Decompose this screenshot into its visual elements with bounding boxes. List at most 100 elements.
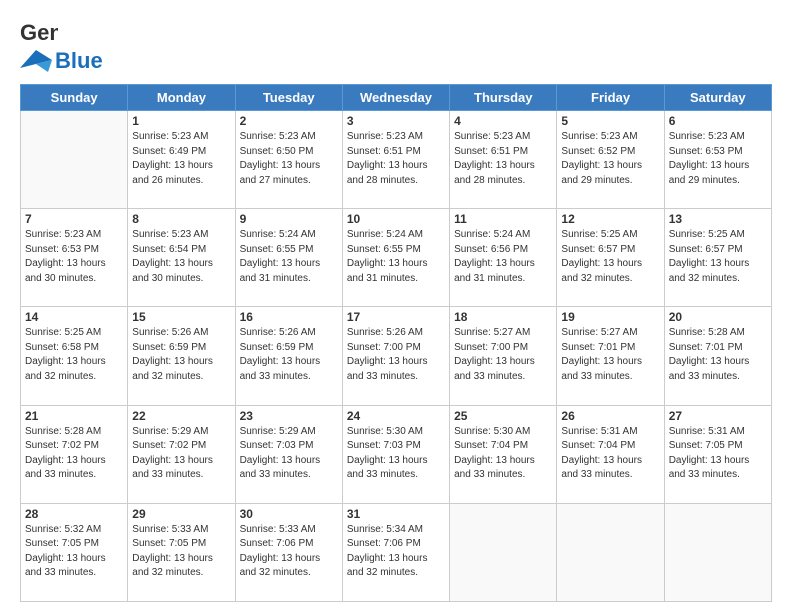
day-number: 23 — [240, 409, 338, 423]
calendar-cell: 12 Sunrise: 5:25 AMSunset: 6:57 PMDayligh… — [557, 209, 664, 307]
day-info: Sunrise: 5:23 AMSunset: 6:53 PMDaylight:… — [25, 228, 123, 286]
day-number: 2 — [240, 114, 338, 128]
day-info: Sunrise: 5:27 AMSunset: 7:00 PMDaylight:… — [454, 326, 552, 384]
day-number: 15 — [132, 310, 230, 324]
day-info: Sunrise: 5:24 AMSunset: 6:55 PMDaylight:… — [347, 228, 445, 286]
weekday-header-friday: Friday — [557, 85, 664, 111]
logo-icon: General — [20, 18, 58, 48]
calendar-cell: 22 Sunrise: 5:29 AMSunset: 7:02 PMDayligh… — [128, 405, 235, 503]
day-info: Sunrise: 5:31 AMSunset: 7:05 PMDaylight:… — [669, 425, 767, 483]
calendar-cell: 10 Sunrise: 5:24 AMSunset: 6:55 PMDayligh… — [342, 209, 449, 307]
day-info: Sunrise: 5:32 AMSunset: 7:05 PMDaylight:… — [25, 523, 123, 581]
calendar-cell: 6Sunrise: 5:23 AMSunset: 6:53 PMDaylight… — [664, 111, 771, 209]
day-number: 31 — [347, 507, 445, 521]
day-info: Sunrise: 5:25 AMSunset: 6:58 PMDaylight:… — [25, 326, 123, 384]
day-number: 26 — [561, 409, 659, 423]
calendar-week-2: 7 Sunrise: 5:23 AMSunset: 6:53 PMDaylight… — [21, 209, 772, 307]
day-info: Sunrise: 5:27 AMSunset: 7:01 PMDaylight:… — [561, 326, 659, 384]
day-number: 3 — [347, 114, 445, 128]
weekday-header-wednesday: Wednesday — [342, 85, 449, 111]
day-number: 12 — [561, 212, 659, 226]
calendar-cell: 26 Sunrise: 5:31 AMSunset: 7:04 PMDayligh… — [557, 405, 664, 503]
weekday-header-saturday: Saturday — [664, 85, 771, 111]
calendar-cell: 2 Sunrise: 5:23 AMSunset: 6:50 PMDaylight… — [235, 111, 342, 209]
calendar-cell: 30 Sunrise: 5:33 AMSunset: 7:06 PMDayligh… — [235, 503, 342, 601]
weekday-header-monday: Monday — [128, 85, 235, 111]
day-number: 9 — [240, 212, 338, 226]
logo: General Blue — [20, 18, 103, 74]
day-number: 16 — [240, 310, 338, 324]
day-number: 17 — [347, 310, 445, 324]
day-info: Sunrise: 5:26 AMSunset: 6:59 PMDaylight:… — [240, 326, 338, 384]
calendar-cell — [664, 503, 771, 601]
day-info: Sunrise: 5:25 AMSunset: 6:57 PMDaylight:… — [561, 228, 659, 286]
calendar-cell — [21, 111, 128, 209]
day-number: 27 — [669, 409, 767, 423]
day-info: Sunrise: 5:26 AMSunset: 6:59 PMDaylight:… — [132, 326, 230, 384]
day-number: 21 — [25, 409, 123, 423]
page: General Blue SundayMondayTuesdayWednesda… — [0, 0, 792, 612]
day-info: Sunrise: 5:28 AMSunset: 7:01 PMDaylight:… — [669, 326, 767, 384]
calendar-cell — [450, 503, 557, 601]
day-info: Sunrise: 5:23 AMSunset: 6:51 PMDaylight:… — [454, 130, 552, 188]
day-info: Sunrise: 5:23 AMSunset: 6:50 PMDaylight:… — [240, 130, 338, 188]
day-number: 7 — [25, 212, 123, 226]
calendar-table: SundayMondayTuesdayWednesdayThursdayFrid… — [20, 84, 772, 602]
logo-blue-text: Blue — [55, 48, 103, 74]
day-info: Sunrise: 5:33 AMSunset: 7:06 PMDaylight:… — [240, 523, 338, 581]
calendar-week-1: 1 Sunrise: 5:23 AMSunset: 6:49 PMDaylight… — [21, 111, 772, 209]
calendar-cell: 7 Sunrise: 5:23 AMSunset: 6:53 PMDaylight… — [21, 209, 128, 307]
day-info: Sunrise: 5:23 AMSunset: 6:49 PMDaylight:… — [132, 130, 230, 188]
day-info: Sunrise: 5:26 AMSunset: 7:00 PMDaylight:… — [347, 326, 445, 384]
day-info: Sunrise: 5:29 AMSunset: 7:02 PMDaylight:… — [132, 425, 230, 483]
calendar-cell: 23Sunrise: 5:29 AMSunset: 7:03 PMDayligh… — [235, 405, 342, 503]
calendar-cell: 27 Sunrise: 5:31 AMSunset: 7:05 PMDayligh… — [664, 405, 771, 503]
day-number: 5 — [561, 114, 659, 128]
day-number: 25 — [454, 409, 552, 423]
day-number: 30 — [240, 507, 338, 521]
day-number: 6 — [669, 114, 767, 128]
calendar-cell: 4 Sunrise: 5:23 AMSunset: 6:51 PMDaylight… — [450, 111, 557, 209]
day-number: 20 — [669, 310, 767, 324]
day-number: 22 — [132, 409, 230, 423]
bird-icon — [20, 50, 52, 72]
day-number: 4 — [454, 114, 552, 128]
calendar-cell: 31 Sunrise: 5:34 AMSunset: 7:06 PMDayligh… — [342, 503, 449, 601]
calendar-cell: 18 Sunrise: 5:27 AMSunset: 7:00 PMDayligh… — [450, 307, 557, 405]
calendar-cell: 3 Sunrise: 5:23 AMSunset: 6:51 PMDaylight… — [342, 111, 449, 209]
day-number: 11 — [454, 212, 552, 226]
calendar-header-row: SundayMondayTuesdayWednesdayThursdayFrid… — [21, 85, 772, 111]
calendar-cell: 21 Sunrise: 5:28 AMSunset: 7:02 PMDayligh… — [21, 405, 128, 503]
calendar-cell: 20 Sunrise: 5:28 AMSunset: 7:01 PMDayligh… — [664, 307, 771, 405]
day-info: Sunrise: 5:24 AMSunset: 6:56 PMDaylight:… — [454, 228, 552, 286]
day-info: Sunrise: 5:28 AMSunset: 7:02 PMDaylight:… — [25, 425, 123, 483]
day-info: Sunrise: 5:25 AMSunset: 6:57 PMDaylight:… — [669, 228, 767, 286]
calendar-cell — [557, 503, 664, 601]
day-number: 29 — [132, 507, 230, 521]
calendar-cell: 29 Sunrise: 5:33 AMSunset: 7:05 PMDayligh… — [128, 503, 235, 601]
day-info: Sunrise: 5:30 AMSunset: 7:03 PMDaylight:… — [347, 425, 445, 483]
day-number: 10 — [347, 212, 445, 226]
calendar-cell: 14Sunrise: 5:25 AMSunset: 6:58 PMDayligh… — [21, 307, 128, 405]
day-info: Sunrise: 5:33 AMSunset: 7:05 PMDaylight:… — [132, 523, 230, 581]
calendar-cell: 19 Sunrise: 5:27 AMSunset: 7:01 PMDayligh… — [557, 307, 664, 405]
calendar-cell: 17 Sunrise: 5:26 AMSunset: 7:00 PMDayligh… — [342, 307, 449, 405]
day-info: Sunrise: 5:23 AMSunset: 6:51 PMDaylight:… — [347, 130, 445, 188]
calendar-week-4: 21 Sunrise: 5:28 AMSunset: 7:02 PMDayligh… — [21, 405, 772, 503]
day-info: Sunrise: 5:23 AMSunset: 6:54 PMDaylight:… — [132, 228, 230, 286]
calendar-cell: 28 Sunrise: 5:32 AMSunset: 7:05 PMDayligh… — [21, 503, 128, 601]
day-number: 19 — [561, 310, 659, 324]
day-number: 13 — [669, 212, 767, 226]
calendar-cell: 5Sunrise: 5:23 AMSunset: 6:52 PMDaylight… — [557, 111, 664, 209]
calendar-cell: 11 Sunrise: 5:24 AMSunset: 6:56 PMDayligh… — [450, 209, 557, 307]
day-number: 24 — [347, 409, 445, 423]
day-number: 1 — [132, 114, 230, 128]
calendar-cell: 9Sunrise: 5:24 AMSunset: 6:55 PMDaylight… — [235, 209, 342, 307]
day-number: 28 — [25, 507, 123, 521]
weekday-header-tuesday: Tuesday — [235, 85, 342, 111]
calendar-week-5: 28 Sunrise: 5:32 AMSunset: 7:05 PMDayligh… — [21, 503, 772, 601]
svg-text:General: General — [20, 20, 58, 45]
day-info: Sunrise: 5:34 AMSunset: 7:06 PMDaylight:… — [347, 523, 445, 581]
day-info: Sunrise: 5:31 AMSunset: 7:04 PMDaylight:… — [561, 425, 659, 483]
day-number: 18 — [454, 310, 552, 324]
